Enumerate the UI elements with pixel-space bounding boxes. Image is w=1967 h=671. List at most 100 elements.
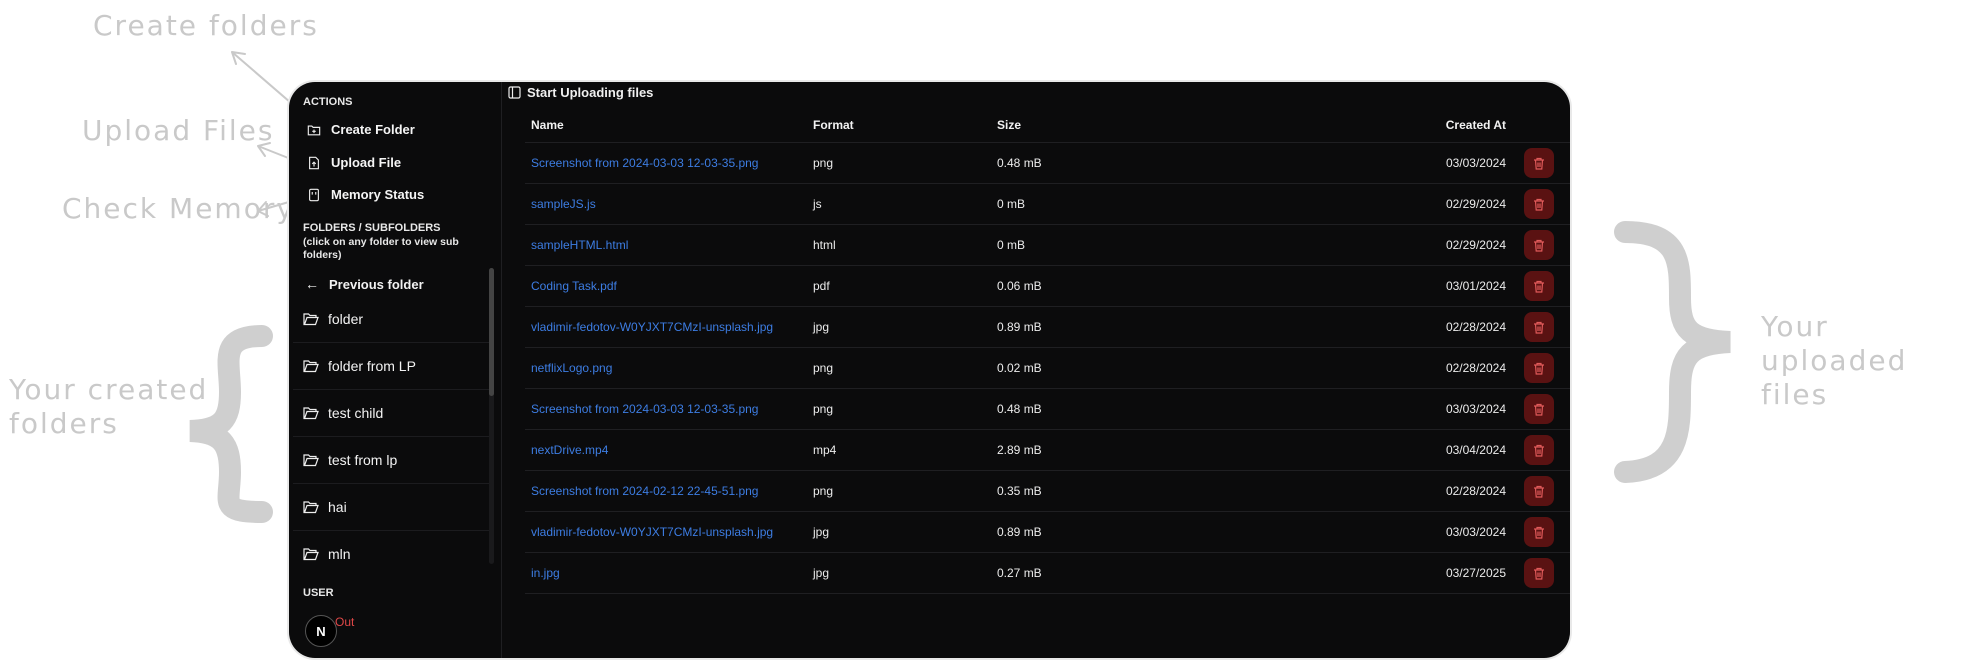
trash-icon [1534,198,1544,211]
file-name-link[interactable]: sampleJS.js [525,183,807,225]
delete-file-button[interactable] [1524,271,1554,301]
file-actions [1518,142,1570,184]
delete-file-button[interactable] [1524,189,1554,219]
folder-item[interactable]: test from lp [293,437,493,484]
file-size: 2.89 mB [991,429,1343,471]
file-format: pdf [807,265,991,307]
folder-name: mln [328,546,351,562]
memory-status-button[interactable]: Memory Status [307,187,424,202]
file-name-link[interactable]: Coding Task.pdf [525,265,807,307]
file-actions [1518,265,1570,307]
file-name-link[interactable]: vladimir-fedotov-W0YJXT7CMzI-unsplash.jp… [525,306,807,348]
trash-icon [1534,485,1544,498]
folder-name: hai [328,499,347,515]
avatar[interactable]: N [305,615,337,647]
memory-icon [309,188,319,201]
file-format: png [807,470,991,512]
column-format[interactable]: Format [807,108,991,143]
folder-scrollbar-thumb[interactable] [489,268,494,396]
file-size: 0.35 mB [991,470,1343,512]
delete-file-button[interactable] [1524,517,1554,547]
delete-file-button[interactable] [1524,230,1554,260]
files-table: Name Format Size Created At Screenshot f… [525,108,1570,594]
file-created-at: 02/29/2024 [1343,224,1518,266]
annotation-create-folders: Create folders [93,9,319,42]
user-label: USER [303,587,334,599]
file-created-at: 03/03/2024 [1343,511,1518,553]
file-size: 0.02 mB [991,347,1343,389]
column-name[interactable]: Name [525,108,807,143]
folder-open-icon [303,360,319,373]
file-created-at: 02/28/2024 [1343,470,1518,512]
brace-files-icon [1614,221,1731,483]
table-row: Screenshot from 2024-03-03 12-03-35.png p… [525,388,1570,430]
delete-file-button[interactable] [1524,435,1554,465]
annotation-check-memory: Check Memory [62,192,295,225]
folder-name: test child [328,405,384,421]
folder-name: test from lp [328,452,398,468]
file-size: 0.27 mB [991,552,1343,594]
file-size: 0 mB [991,183,1343,225]
file-size: 0.89 mB [991,511,1343,553]
trash-icon [1534,444,1544,457]
file-name-link[interactable]: Screenshot from 2024-03-03 12-03-35.png [525,388,807,430]
file-actions [1518,470,1570,512]
delete-file-button[interactable] [1524,353,1554,383]
trash-icon [1534,362,1544,375]
delete-file-button[interactable] [1524,558,1554,588]
folder-item[interactable]: hai [293,484,493,531]
file-name-link[interactable]: vladimir-fedotov-W0YJXT7CMzI-unsplash.jp… [525,511,807,553]
file-name-link[interactable]: Screenshot from 2024-03-03 12-03-35.png [525,142,807,184]
file-created-at: 03/01/2024 [1343,265,1518,307]
folder-name: folder [328,311,364,327]
file-format: png [807,142,991,184]
table-row: in.jpg jpg 0.27 mB 03/27/2025 [525,552,1570,594]
folder-item[interactable]: folder [293,296,493,343]
folder-item[interactable]: mln [293,531,493,577]
table-row: Screenshot from 2024-03-03 12-03-35.png p… [525,142,1570,184]
trash-icon [1534,321,1544,334]
upload-file-label: Upload File [331,155,402,170]
previous-folder-label: Previous folder [329,276,424,292]
file-created-at: 03/04/2024 [1343,429,1518,471]
file-created-at: 02/28/2024 [1343,306,1518,348]
upload-file-button[interactable]: Upload File [307,155,401,170]
column-created-at[interactable]: Created At [1343,108,1518,143]
file-name-link[interactable]: netflixLogo.png [525,347,807,389]
delete-file-button[interactable] [1524,476,1554,506]
page-title: Start Uploading files [527,85,654,100]
folder-item[interactable]: folder from LP [293,343,493,390]
files-table-body: Screenshot from 2024-03-03 12-03-35.png p… [525,142,1570,594]
file-name-link[interactable]: sampleHTML.html [525,224,807,266]
create-folder-button[interactable]: Create Folder [307,122,415,137]
column-size[interactable]: Size [991,108,1343,143]
file-size: 0.48 mB [991,388,1343,430]
folder-name: folder from LP [328,358,416,374]
delete-file-button[interactable] [1524,148,1554,178]
file-actions [1518,347,1570,389]
file-actions [1518,429,1570,471]
table-header-row: Name Format Size Created At [525,108,1570,143]
file-format: mp4 [807,429,991,471]
delete-file-button[interactable] [1524,394,1554,424]
previous-folder-button[interactable]: ← Previous folder [305,276,424,292]
file-name-link[interactable]: nextDrive.mp4 [525,429,807,471]
folder-open-icon [303,501,319,514]
file-name-link[interactable]: in.jpg [525,552,807,594]
table-row: Screenshot from 2024-02-12 22-45-51.png p… [525,470,1570,512]
file-created-at: 02/29/2024 [1343,183,1518,225]
sidebar-toggle-icon[interactable] [508,86,521,99]
trash-icon [1534,280,1544,293]
table-row: netflixLogo.png png 0.02 mB 02/28/2024 [525,347,1570,389]
file-name-link[interactable]: Screenshot from 2024-02-12 22-45-51.png [525,470,807,512]
file-size: 0 mB [991,224,1343,266]
create-folder-label: Create Folder [331,122,415,137]
folder-item[interactable]: test child [293,390,493,437]
trash-icon [1534,157,1544,170]
trash-icon [1534,239,1544,252]
file-format: png [807,347,991,389]
delete-file-button[interactable] [1524,312,1554,342]
file-size: 0.48 mB [991,142,1343,184]
file-format: html [807,224,991,266]
file-actions [1518,183,1570,225]
